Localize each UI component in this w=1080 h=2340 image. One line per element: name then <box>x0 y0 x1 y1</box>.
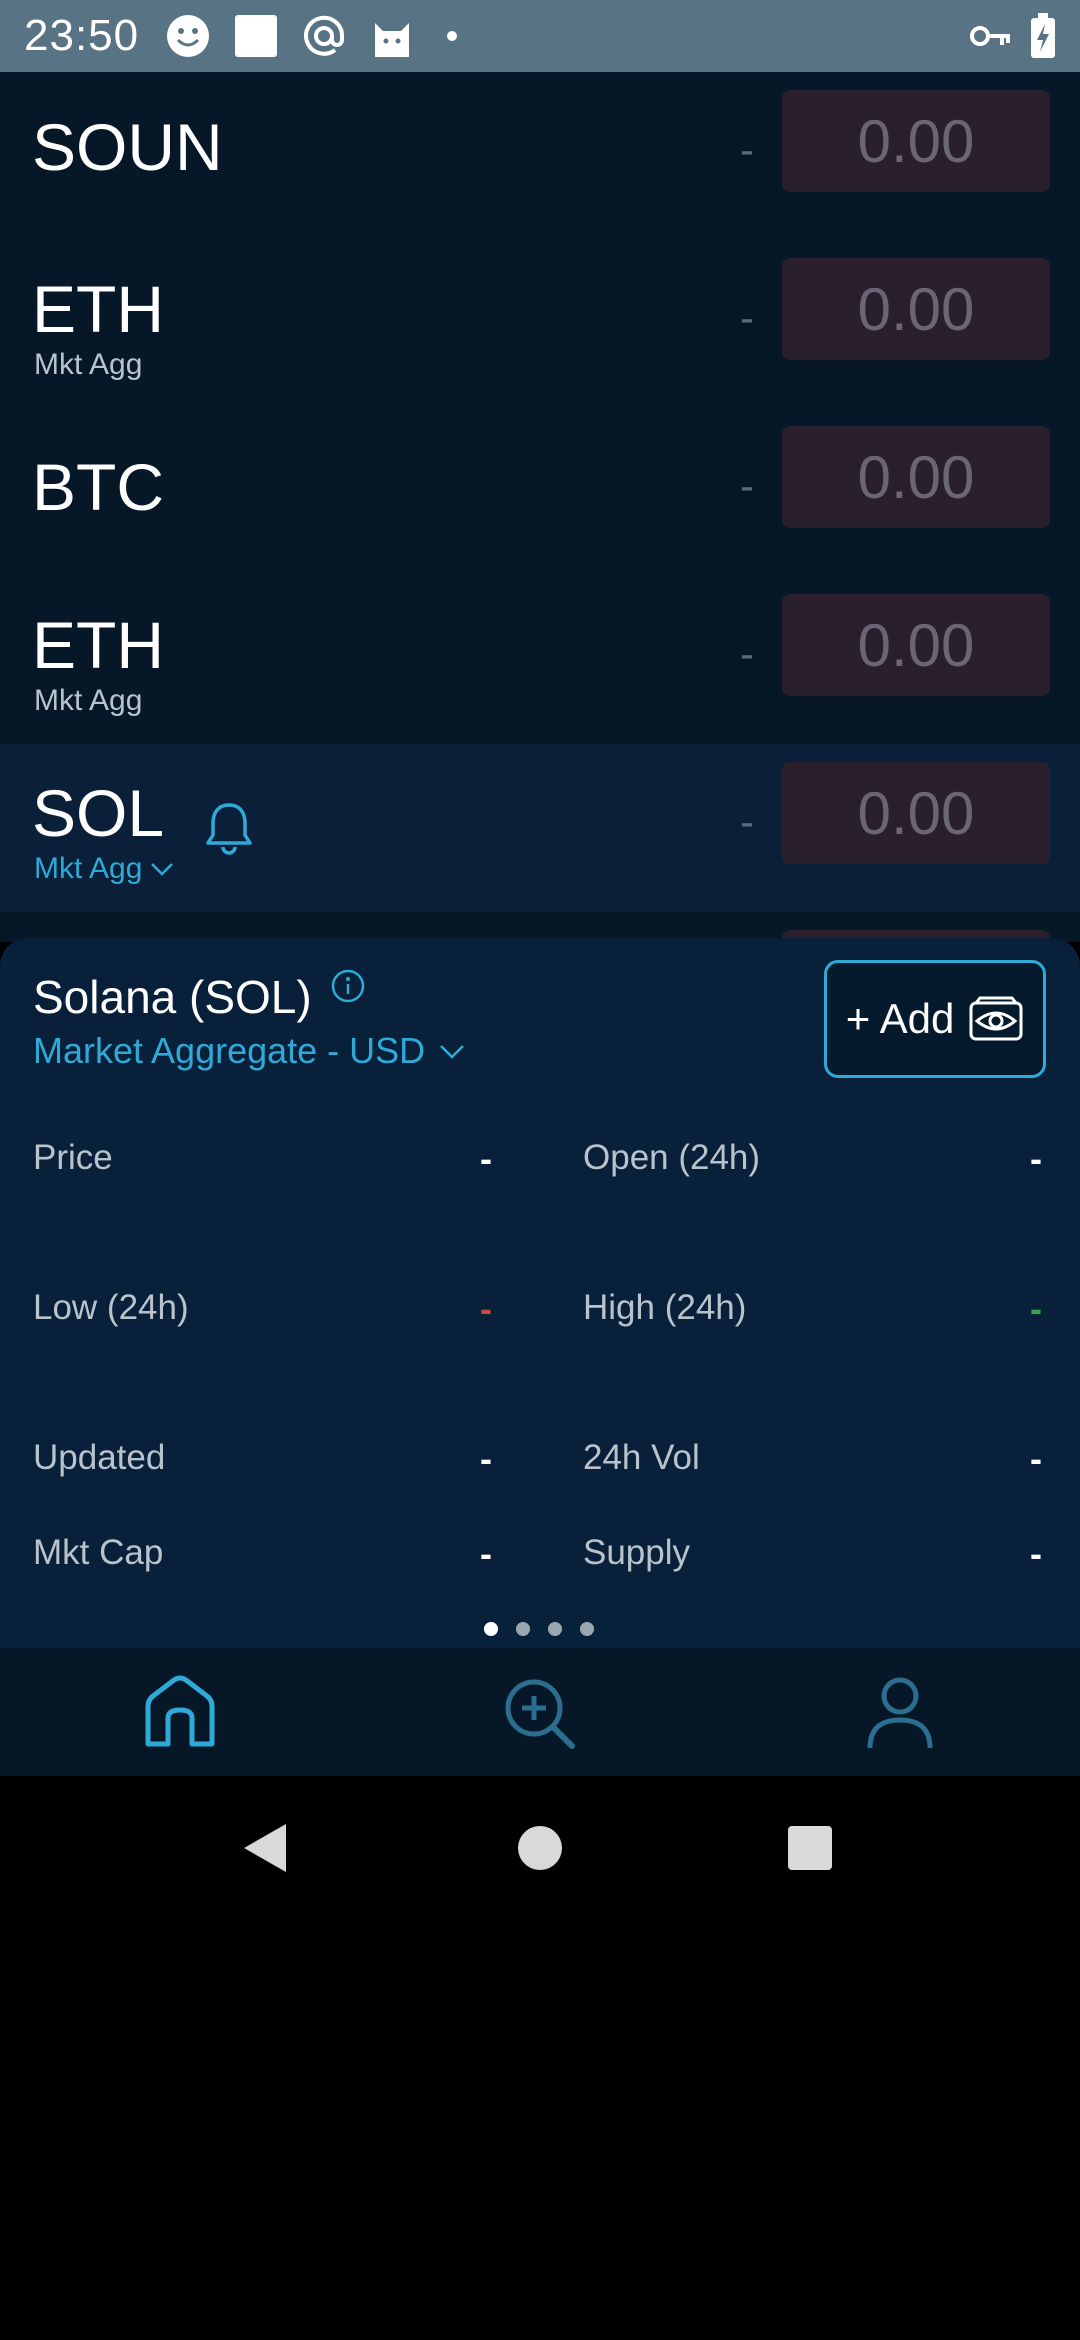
row-exchange: Mkt Agg <box>34 684 143 717</box>
stat-open-value: - <box>1030 1138 1042 1179</box>
stat-supply-label: Supply <box>583 1533 691 1572</box>
row-exchange-selector[interactable]: Mkt Agg <box>34 854 174 884</box>
home-button[interactable] <box>516 1820 564 1881</box>
row-change: - <box>740 462 754 509</box>
chevron-down-icon <box>440 1045 465 1059</box>
home-icon <box>145 1675 215 1747</box>
page-indicator[interactable] <box>484 1622 594 1636</box>
status-icons-left <box>165 13 467 59</box>
watchlist: SOUN - 0.00 ETH Mkt Agg - 0.00 BTC - 0.0… <box>0 72 1080 942</box>
stat-open-label: Open (24h) <box>583 1138 761 1177</box>
profile-icon <box>867 1677 933 1749</box>
page-dot[interactable] <box>516 1622 530 1636</box>
dot-icon <box>437 13 467 59</box>
recents-square-icon <box>788 1826 832 1870</box>
stat-price-label: Price <box>33 1138 113 1177</box>
row-price-box[interactable]: 0.00 <box>782 762 1050 864</box>
system-nav-bar <box>0 1776 1080 1920</box>
page-dot[interactable] <box>580 1622 594 1636</box>
watchlist-row[interactable]: ETH Mkt Agg - 0.00 <box>0 576 1080 744</box>
info-icon[interactable] <box>330 968 366 1009</box>
status-time: 23:50 <box>24 11 140 60</box>
stat-high-label: High (24h) <box>583 1288 747 1327</box>
stat-mktcap-value: - <box>480 1533 492 1574</box>
row-symbol: BTC <box>32 450 164 524</box>
row-exchange: Mkt Agg <box>34 852 143 885</box>
back-triangle-icon <box>244 1824 286 1872</box>
status-bar: 23:50 <box>0 0 1080 72</box>
add-to-watchlist-button[interactable]: + Add <box>824 960 1046 1078</box>
row-exchange: Mkt Agg <box>34 348 143 381</box>
stat-mktcap-label: Mkt Cap <box>33 1533 164 1572</box>
row-change: - <box>740 294 754 341</box>
market-selector[interactable]: Market Aggregate - USD <box>33 1030 465 1072</box>
row-price-box[interactable]: 0.00 <box>782 426 1050 528</box>
smiley-icon <box>165 13 211 59</box>
watchlist-row[interactable]: SOUN - 0.00 <box>0 72 1080 240</box>
cat-icon <box>369 13 415 59</box>
row-symbol: SOUN <box>32 110 223 184</box>
add-label: + Add <box>845 995 955 1042</box>
search-add-icon <box>505 1679 575 1749</box>
row-symbol: SOL <box>32 776 165 850</box>
battery-charging-icon <box>1030 13 1056 59</box>
stat-updated-value: - <box>480 1438 492 1479</box>
nav-home[interactable] <box>140 1674 220 1754</box>
stat-vol-value: - <box>1030 1438 1042 1479</box>
watchlist-row-selected[interactable]: SOL Mkt Agg - 0.00 <box>0 744 1080 912</box>
recents-button[interactable] <box>786 1820 834 1881</box>
row-change: - <box>740 798 754 845</box>
watchlist-row[interactable]: ETH Mkt Agg - 0.00 <box>0 240 1080 408</box>
key-icon <box>970 21 1012 51</box>
watchlist-row[interactable]: BTC - 0.00 <box>0 408 1080 576</box>
back-button[interactable] <box>240 1820 290 1881</box>
chevron-down-icon <box>151 863 174 876</box>
page-dot[interactable] <box>548 1622 562 1636</box>
nav-search[interactable] <box>500 1674 580 1754</box>
stat-price-value: - <box>480 1138 492 1179</box>
stat-updated-label: Updated <box>33 1438 166 1477</box>
page-dot-active[interactable] <box>484 1622 498 1636</box>
at-sign-icon <box>301 13 347 59</box>
home-circle-icon <box>518 1826 562 1870</box>
row-price-box[interactable]: 0.00 <box>782 90 1050 192</box>
stat-supply-value: - <box>1030 1533 1042 1574</box>
status-icons-right <box>970 13 1056 59</box>
stat-low-label: Low (24h) <box>33 1288 189 1327</box>
row-change: - <box>740 630 754 677</box>
details-sheet: Solana (SOL) Market Aggregate - USD + Ad… <box>0 938 1080 1648</box>
stat-low-value: - <box>480 1288 492 1329</box>
row-symbol: ETH <box>32 272 164 346</box>
bell-icon[interactable] <box>202 799 256 860</box>
asset-title: Solana (SOL) <box>33 971 312 1023</box>
market-label: Market Aggregate - USD <box>33 1030 426 1071</box>
row-change: - <box>740 126 754 173</box>
square-icon <box>233 13 279 59</box>
stat-vol-label: 24h Vol <box>583 1438 700 1477</box>
stat-high-value: - <box>1030 1288 1042 1329</box>
watchlist-eye-icon <box>969 996 1023 1041</box>
bottom-nav <box>0 1648 1080 1776</box>
nav-profile[interactable] <box>860 1674 940 1754</box>
row-price-box[interactable]: 0.00 <box>782 258 1050 360</box>
row-price-box[interactable]: 0.00 <box>782 594 1050 696</box>
row-symbol: ETH <box>32 608 164 682</box>
